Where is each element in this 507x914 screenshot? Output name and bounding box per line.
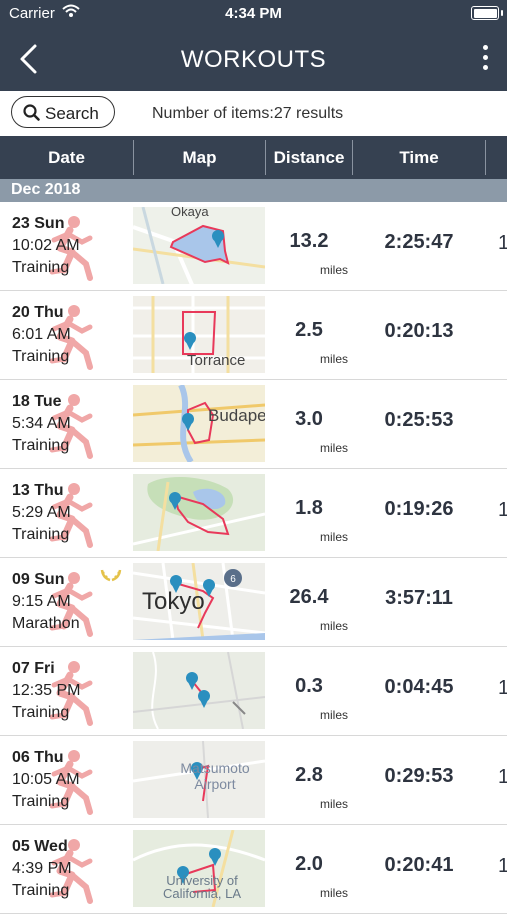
workout-day: 23 Sun [12,215,65,232]
workout-row[interactable]: 18 Tue 5:34 AM Training Budape 3.0 miles… [0,380,507,469]
workout-distance: 2.5 [295,319,323,341]
search-button[interactable]: Search [11,96,115,128]
workout-row[interactable]: 07 Fri 12:35 PM Training 0.3 miles 0:04:… [0,647,507,736]
workout-duration: 0:25:53 [384,409,454,431]
route-map-thumbnail[interactable]: Budape [133,385,265,462]
route-map-thumbnail[interactable] [133,474,265,551]
workout-row[interactable]: 09 Sun 9:15 AM Marathon 6 Tokyo 26.4 mil… [0,558,507,647]
more-options-icon[interactable] [477,45,493,73]
workout-duration: 0:20:41 [384,854,454,876]
search-bar: Search Number of items:27 results [0,91,507,136]
workout-distance: 0.3 [295,675,323,697]
workout-distance: 13.2 [289,230,329,252]
column-divider [485,140,486,175]
workout-day: 09 Sun [12,571,65,588]
workout-type: Marathon [12,615,80,632]
map-place-label: Okaya [171,207,209,219]
truncated-column-value: 1 [498,232,507,254]
workout-duration: 0:19:26 [384,498,454,520]
workout-day: 07 Fri [12,660,55,677]
map-place-label: Tokyo [142,588,205,615]
route-map-thumbnail[interactable]: 6 Tokyo [133,563,265,640]
workout-distance: 26.4 [289,586,329,608]
column-header: Date Map Distance Time [0,136,507,179]
workout-day: 13 Thu [12,482,64,499]
month-section-title: Dec 2018 [11,181,81,198]
map-place-label: University of California, LA [162,873,242,901]
search-button-label: Search [45,104,99,123]
workout-distance: 2.0 [295,853,323,875]
route-map-thumbnail[interactable]: Matsumoto Airport [133,741,265,818]
distance-unit: miles [320,886,349,900]
workout-row[interactable]: 23 Sun 10:02 AM Training Okaya 13.2 mile… [0,202,507,291]
workout-type: Training [12,437,70,454]
workout-start-time: 10:02 AM [12,237,80,254]
workout-type: Training [12,348,70,365]
workout-start-time: 10:05 AM [12,771,80,788]
workout-duration: 0:04:45 [384,676,454,698]
status-bar: Carrier 4:34 PM [0,0,507,28]
workout-day: 20 Thu [12,304,64,321]
workout-row[interactable]: 20 Thu 6:01 AM Training Torrance 2.5 mil… [0,291,507,380]
workout-row[interactable]: 05 Wed 4:39 PM Training University of Ca… [0,825,507,914]
route-map-thumbnail[interactable]: Torrance [133,296,265,373]
workout-row[interactable]: 06 Thu 10:05 AM Training Matsumoto Airpo… [0,736,507,825]
page-title: WORKOUTS [180,46,327,73]
distance-unit: miles [320,619,349,633]
workout-duration: 0:20:13 [384,320,454,342]
route-map-thumbnail[interactable]: Okaya [133,207,265,284]
distance-unit: miles [320,708,349,722]
column-date[interactable]: Date [0,136,133,179]
column-map[interactable]: Map [134,136,265,179]
map-place-label: Torrance [187,352,246,369]
workout-start-time: 4:39 PM [12,860,72,877]
column-distance[interactable]: Distance [266,136,352,179]
workout-start-time: 5:34 AM [12,415,71,432]
distance-unit: miles [320,797,349,811]
month-section-header: Dec 2018 [0,179,507,202]
laurel-icon [100,569,122,582]
workout-start-time: 9:15 AM [12,593,71,610]
route-map-thumbnail[interactable]: University of California, LA [133,830,265,907]
workout-type: Training [12,704,70,721]
distance-unit: miles [320,441,349,455]
workout-day: 05 Wed [12,838,68,855]
workout-start-time: 12:35 PM [12,682,81,699]
route-map-thumbnail[interactable] [133,652,265,729]
map-place-label: Matsumoto Airport [180,760,250,792]
workout-distance: 2.8 [295,764,323,786]
workout-type: Training [12,882,70,899]
map-place-label: Budape [208,406,265,425]
workout-start-time: 5:29 AM [12,504,71,521]
workout-duration: 0:29:53 [384,765,454,787]
workout-distance: 1.8 [295,497,323,519]
workout-type: Training [12,259,70,276]
workout-type: Training [12,526,70,543]
workout-type: Training [12,793,70,810]
workout-start-time: 6:01 AM [12,326,71,343]
distance-unit: miles [320,352,349,366]
truncated-column-value: 1 [498,499,507,521]
truncated-column-value: 1 [498,677,507,699]
workout-day: 18 Tue [12,393,62,410]
top-bar: Carrier 4:34 PM WORKOUTS [0,0,507,91]
distance-unit: miles [320,263,349,277]
truncated-column-value: 1 [498,766,507,788]
workout-row[interactable]: 13 Thu 5:29 AM Training 1.8 miles 0:19:2… [0,469,507,558]
truncated-column-value: 1 [498,855,507,877]
svg-text:6: 6 [230,574,236,585]
workout-list: 23 Sun 10:02 AM Training Okaya 13.2 mile… [0,202,507,914]
workout-distance: 3.0 [295,408,323,430]
workout-duration: 3:57:11 [385,587,453,609]
distance-unit: miles [320,530,349,544]
battery-icon [471,6,503,20]
search-icon [23,104,40,121]
workout-duration: 2:25:47 [384,231,454,253]
result-count: Number of items:27 results [152,105,344,122]
column-time[interactable]: Time [353,136,485,179]
workout-day: 06 Thu [12,749,64,766]
status-time: 4:34 PM [225,5,282,22]
